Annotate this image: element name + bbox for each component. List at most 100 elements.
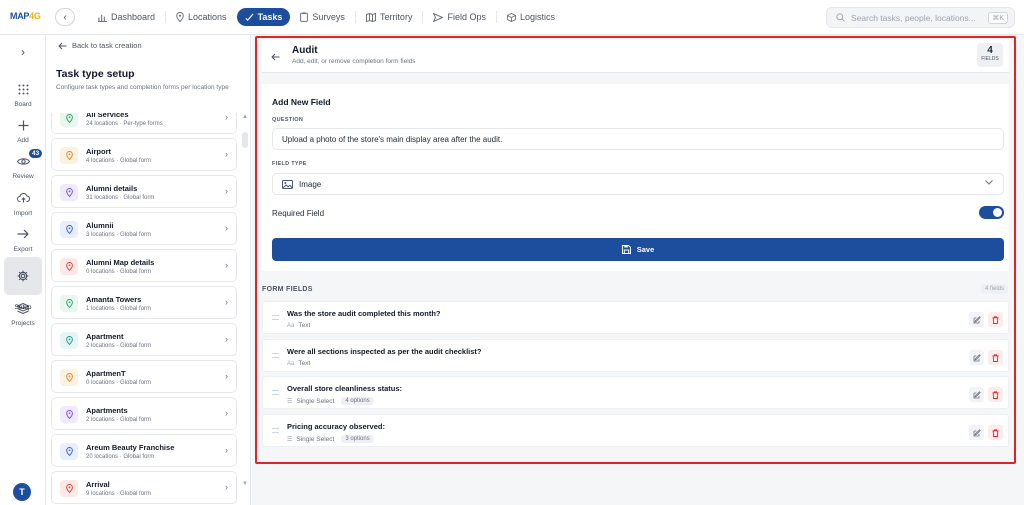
required-field-label: Required Field [272, 209, 325, 218]
field-type-icon: Aa [287, 360, 295, 367]
task-type-name: Airport [86, 147, 111, 156]
task-type-item[interactable]: Arrival 9 locations · Global form › [51, 471, 237, 504]
edit-field-button[interactable] [969, 387, 984, 402]
nav-tasks[interactable]: Tasks [236, 8, 291, 26]
task-type-meta: 24 locations · Per-type forms [86, 121, 163, 127]
form-field-row[interactable]: Pricing accuracy observed: ☰ Single Select… [262, 414, 1009, 447]
task-type-item[interactable]: Alumnii 3 locations · Global form › [51, 212, 237, 245]
delete-field-button[interactable] [988, 387, 1003, 402]
back-to-task-creation-link[interactable]: Back to task creation [58, 41, 142, 50]
nav-dashboard[interactable]: Dashboard [90, 8, 163, 26]
back-button[interactable]: ‹ [55, 8, 75, 26]
main-nav: Dashboard Locations Tasks Surveys Territ… [90, 8, 563, 26]
send-icon [433, 12, 444, 22]
top-bar: MAP4G ‹ Dashboard Locations Tasks Survey… [0, 0, 1024, 35]
panel-subtitle: Configure task types and completion form… [56, 84, 229, 91]
field-type-icon: Aa [287, 322, 295, 329]
rail-export[interactable]: Export [0, 225, 46, 253]
task-type-item[interactable]: Areum Beauty Franchise 20 locations · Glo… [51, 434, 237, 467]
nav-surveys[interactable]: Surveys [292, 8, 353, 26]
chevron-right-icon: › [225, 408, 228, 418]
task-type-meta: 20 locations · Global form [86, 454, 155, 460]
user-avatar[interactable]: T [13, 483, 31, 501]
edit-field-button[interactable] [969, 350, 984, 365]
question-value: Upload a photo of the store's main displ… [282, 134, 503, 144]
task-type-meta: 2 locations · Global form [86, 417, 152, 423]
edit-field-button[interactable] [969, 312, 984, 327]
edit-icon [973, 390, 981, 399]
search-placeholder: Search tasks, people, locations... [851, 12, 976, 23]
drag-handle-icon[interactable] [272, 390, 279, 395]
chevron-right-icon: › [21, 45, 25, 59]
back-arrow-icon[interactable] [271, 50, 280, 61]
edit-icon [973, 353, 981, 362]
detail-subtitle: Add, edit, or remove completion form fie… [292, 58, 416, 65]
task-type-item[interactable]: Alumni details 31 locations · Global form… [51, 175, 237, 208]
drag-handle-icon[interactable] [272, 315, 279, 320]
detail-header: Audit Add, edit, or remove completion fo… [262, 40, 1009, 73]
map-pin-icon [60, 369, 78, 386]
required-field-toggle[interactable] [979, 206, 1004, 219]
task-type-item[interactable]: Airport 4 locations · Global form › [51, 138, 237, 171]
save-icon [621, 245, 631, 254]
arrow-left-icon [58, 42, 67, 50]
nav-locations[interactable]: Locations [168, 8, 235, 26]
form-field-row[interactable]: Were all sections inspected as per the a… [262, 339, 1009, 372]
task-type-item[interactable]: ApartmenT 0 locations · Global form › [51, 360, 237, 393]
field-type-select[interactable]: Image [272, 173, 1004, 195]
task-type-name: Arrival [86, 480, 110, 489]
plus-icon [6, 116, 40, 134]
panel-title: Task type setup [56, 68, 135, 80]
scroll-down-arrow[interactable]: ▼ [242, 481, 248, 487]
edit-field-button[interactable] [969, 425, 984, 440]
form-field-row[interactable]: Was the store audit completed this month… [262, 301, 1009, 334]
panel-scrollbar[interactable]: ▲ ▼ [242, 106, 248, 504]
save-button[interactable]: Save [272, 238, 1004, 261]
task-type-meta: 9 locations · Global form [86, 491, 152, 497]
review-count-badge: 43 [28, 148, 44, 159]
rail-add[interactable]: Add [0, 116, 46, 144]
drag-handle-icon[interactable] [272, 353, 279, 358]
global-search-input[interactable]: Search tasks, people, locations... ⌘K [826, 7, 1015, 28]
question-input[interactable]: Upload a photo of the store's main displ… [272, 128, 1004, 150]
rail-expand-button[interactable]: › [0, 43, 46, 61]
drag-handle-icon[interactable] [272, 428, 279, 433]
edit-icon [973, 315, 981, 324]
task-type-item[interactable]: Amanta Towers 1 locations · Global form › [51, 286, 237, 319]
task-type-meta: 0 locations · Global form [86, 269, 152, 275]
nav-logistics[interactable]: Logistics [499, 8, 563, 26]
task-type-name: Alumnii [86, 221, 114, 230]
form-field-row[interactable]: Overall store cleanliness status: ☰ Single… [262, 376, 1009, 409]
chevron-right-icon: › [225, 334, 228, 344]
map-pin-icon [60, 184, 78, 201]
form-field-question: Were all sections inspected as per the a… [287, 347, 482, 356]
rail-import[interactable]: Import [0, 189, 46, 217]
nav-field-ops[interactable]: Field Ops [425, 8, 494, 26]
image-icon [282, 179, 293, 189]
task-type-item[interactable]: Apartment 2 locations · Global form › [51, 323, 237, 356]
bar-chart-icon [98, 13, 107, 22]
scroll-up-arrow[interactable]: ▲ [242, 114, 248, 120]
question-label: QUESTION [272, 117, 304, 123]
task-type-item[interactable]: Alumni Map details 0 locations · Global f… [51, 249, 237, 282]
task-type-item[interactable]: All Services 24 locations · Per-type form… [51, 113, 237, 134]
nav-territory[interactable]: Territory [358, 8, 421, 26]
delete-field-button[interactable] [988, 425, 1003, 440]
map-pin-icon [60, 147, 78, 164]
map-pin-icon [60, 258, 78, 275]
task-type-item[interactable]: Apartments 2 locations · Global form › [51, 397, 237, 430]
delete-field-button[interactable] [988, 312, 1003, 327]
trash-icon [992, 353, 999, 362]
scroll-thumb[interactable] [242, 132, 248, 148]
rail-review[interactable]: 43 Review [0, 148, 46, 180]
chevron-left-icon: ‹ [63, 11, 67, 23]
chevron-right-icon: › [225, 260, 228, 270]
rail-board[interactable]: Board [0, 80, 46, 108]
task-type-name: Alumni Map details [86, 258, 155, 267]
chevron-right-icon: › [225, 297, 228, 307]
field-type-icon: ☰ [287, 398, 293, 405]
search-icon [836, 13, 845, 22]
map-icon [365, 12, 376, 22]
delete-field-button[interactable] [988, 350, 1003, 365]
app-logo[interactable]: MAP4G [10, 11, 41, 21]
